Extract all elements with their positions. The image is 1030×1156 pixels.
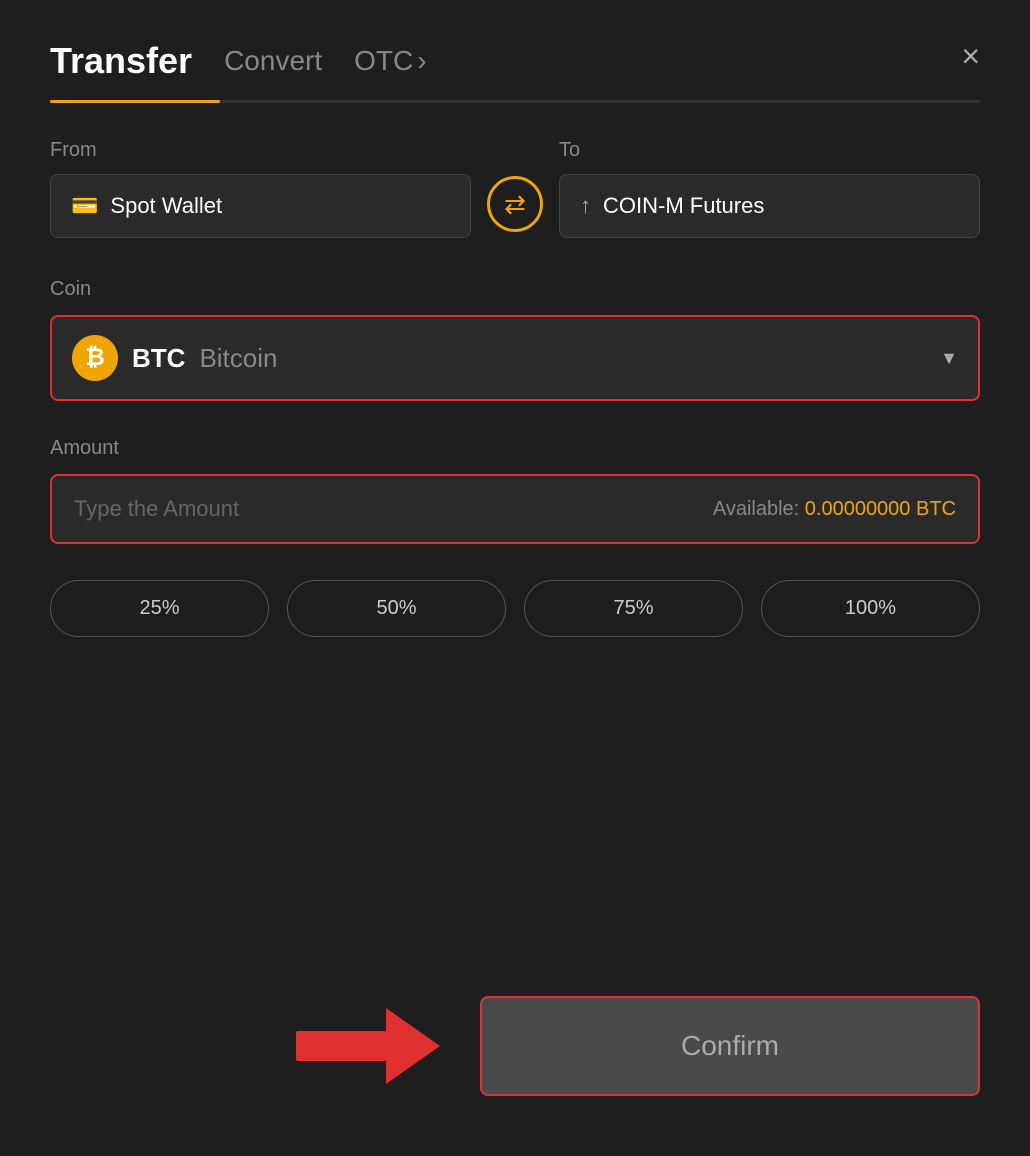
chevron-down-icon: ▼ bbox=[940, 348, 958, 369]
btc-icon: ₿ bbox=[72, 335, 118, 381]
swap-button[interactable]: ⇄ bbox=[487, 176, 543, 232]
available-amount: 0.00000000 BTC bbox=[805, 498, 956, 520]
otc-tab[interactable]: OTC › bbox=[354, 45, 426, 77]
transfer-tab[interactable]: Transfer bbox=[50, 40, 192, 82]
arrow-indicator bbox=[296, 1008, 440, 1084]
to-group: To ↑ COIN-M Futures bbox=[559, 139, 980, 238]
bottom-area: Confirm bbox=[50, 996, 980, 1096]
swap-btn-container: ⇄ bbox=[471, 176, 559, 238]
amount-label: Amount bbox=[50, 437, 980, 460]
arrow-shaft bbox=[296, 1031, 386, 1061]
from-to-section: From 💳 Spot Wallet ⇄ To ↑ COIN-M Futures bbox=[50, 139, 980, 238]
percent-50-button[interactable]: 50% bbox=[287, 580, 506, 637]
amount-section: Amount Type the Amount Available: 0.0000… bbox=[50, 437, 980, 544]
to-wallet-box[interactable]: ↑ COIN-M Futures bbox=[559, 174, 980, 238]
percent-75-button[interactable]: 75% bbox=[524, 580, 743, 637]
from-wallet-name: Spot Wallet bbox=[110, 193, 222, 219]
coin-full-name: Bitcoin bbox=[199, 343, 277, 374]
available-label: Available: bbox=[713, 498, 799, 520]
tab-underline-container bbox=[50, 100, 980, 103]
available-text: Available: 0.00000000 BTC bbox=[713, 498, 956, 521]
percent-buttons: 25% 50% 75% 100% bbox=[50, 580, 980, 637]
amount-box: Type the Amount Available: 0.00000000 BT… bbox=[50, 474, 980, 544]
btc-symbol-icon: ₿ bbox=[85, 344, 105, 372]
to-wallet-name: COIN-M Futures bbox=[603, 193, 764, 219]
confirm-button[interactable]: Confirm bbox=[480, 996, 980, 1096]
from-wallet-box[interactable]: 💳 Spot Wallet bbox=[50, 174, 471, 238]
coin-symbol: BTC bbox=[132, 343, 185, 374]
arrow-head-icon bbox=[386, 1008, 440, 1084]
to-label: To bbox=[559, 139, 980, 162]
close-button[interactable]: × bbox=[961, 40, 980, 72]
modal-header: Transfer Convert OTC › × bbox=[50, 40, 980, 82]
from-label: From bbox=[50, 139, 471, 162]
coin-selector[interactable]: ₿ BTC Bitcoin ▼ bbox=[50, 315, 980, 401]
otc-tab-label: OTC bbox=[354, 45, 413, 77]
wallet-icon: 💳 bbox=[71, 193, 98, 219]
coin-section: Coin ₿ BTC Bitcoin ▼ bbox=[50, 278, 980, 401]
otc-chevron-icon: › bbox=[417, 45, 426, 77]
futures-icon: ↑ bbox=[580, 193, 591, 219]
percent-25-button[interactable]: 25% bbox=[50, 580, 269, 637]
swap-icon: ⇄ bbox=[504, 189, 526, 220]
from-group: From 💳 Spot Wallet bbox=[50, 139, 471, 238]
convert-tab[interactable]: Convert bbox=[224, 45, 322, 77]
percent-100-button[interactable]: 100% bbox=[761, 580, 980, 637]
transfer-modal: Transfer Convert OTC › × From 💳 Spot Wal… bbox=[0, 0, 1030, 1156]
tab-active-indicator bbox=[50, 100, 220, 103]
coin-label: Coin bbox=[50, 278, 980, 301]
amount-input[interactable]: Type the Amount bbox=[74, 496, 239, 522]
